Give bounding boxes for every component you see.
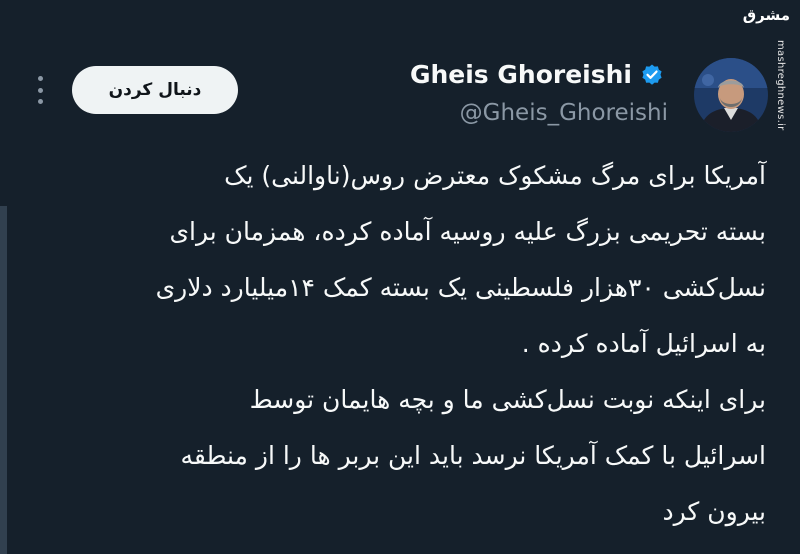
tweet-line: بیرون کرد	[662, 497, 766, 526]
tweet-line: نسل‌کشی ۳۰هزار فلسطینی یک بسته کمک ۱۴میل…	[155, 273, 766, 302]
watermark-url: mashreghnews.ir	[775, 40, 786, 131]
scrollbar[interactable]	[0, 206, 7, 554]
author-handle[interactable]: @Gheis_Ghoreishi	[460, 100, 668, 126]
tweet-line: آمریکا برای مرگ مشکوک معترض روس(ناوالنی)…	[224, 161, 766, 190]
tweet-line: برای اینکه نوبت نسل‌کشی ما و بچه هایمان …	[249, 385, 766, 414]
more-dot	[37, 87, 43, 93]
tweet-line: به اسرائیل آماده کرده .	[521, 329, 766, 358]
more-dot	[37, 99, 43, 104]
follow-button[interactable]: دنبال کردن	[72, 66, 238, 114]
verified-badge-icon	[640, 63, 664, 87]
more-dot	[37, 76, 43, 81]
tweet-line: اسرائیل با کمک آمریکا نرسد باید این بربر…	[180, 441, 766, 470]
author-display-name-row[interactable]: Gheis Ghoreishi	[410, 60, 664, 89]
tweet-text: آمریکا برای مرگ مشکوک معترض روس(ناوالنی)…	[42, 148, 766, 540]
avatar[interactable]	[694, 58, 768, 132]
tweet-line: بسته تحریمی بزرگ علیه روسیه آماده کرده، …	[169, 217, 766, 246]
author-display-name[interactable]: Gheis Ghoreishi	[410, 60, 632, 89]
more-options-icon[interactable]	[30, 74, 50, 106]
watermark-logo: مشرق	[742, 6, 790, 24]
